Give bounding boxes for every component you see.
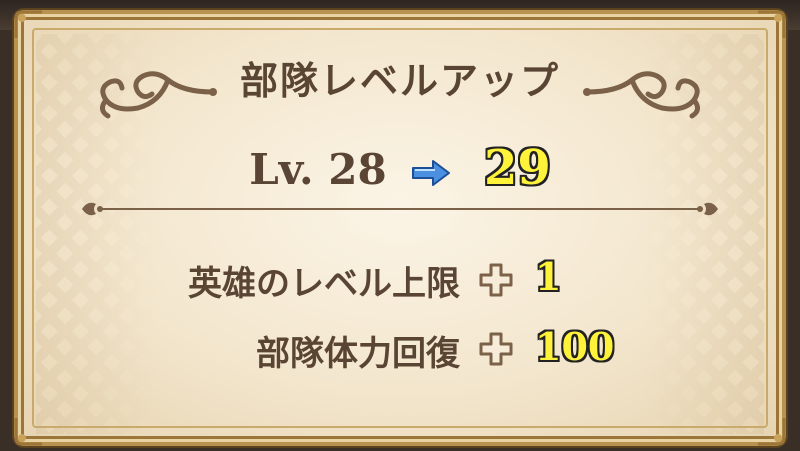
stat-label: 部隊体力回復 (256, 334, 460, 374)
corner-ornament-icon (12, 414, 46, 448)
corner-ornament-icon (754, 414, 788, 448)
stat-label: 英雄のレベル上限 (188, 264, 460, 304)
right-arrow-icon (412, 160, 451, 186)
corner-ornament-icon (754, 8, 788, 42)
old-level: 28 (328, 145, 387, 194)
level-change-row: Lv. 28 29 (0, 140, 800, 196)
new-level: 29 (483, 140, 551, 196)
plus-icon (479, 332, 513, 366)
stat-value: 1 (535, 254, 562, 299)
plus-icon (479, 263, 513, 297)
divider-ornament-icon (82, 202, 718, 216)
corner-ornament-icon (12, 8, 46, 42)
dialog-title: 部隊レベルアップ (239, 58, 560, 103)
level-prefix: Lv. (249, 145, 314, 194)
stat-value: 100 (535, 324, 615, 369)
